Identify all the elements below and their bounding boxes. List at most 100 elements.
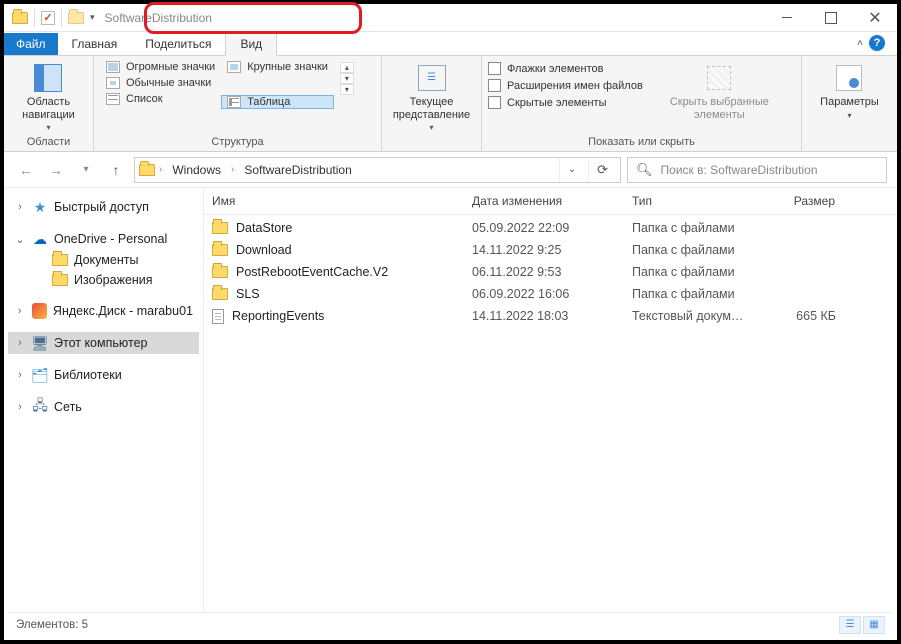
cloud-icon: ☁	[32, 231, 48, 247]
file-date: 14.11.2022 18:03	[464, 307, 624, 325]
folder-icon	[52, 274, 68, 286]
layout-list[interactable]: Список	[100, 92, 221, 106]
col-size[interactable]: Размер	[754, 188, 844, 214]
search-icon: 🔍︎	[636, 162, 653, 178]
tree-quick-access[interactable]: ›★Быстрый доступ	[8, 196, 199, 218]
tree-onedrive-pics[interactable]: ›Изображения	[8, 270, 199, 290]
view-details-button[interactable]: ☰	[839, 616, 861, 634]
file-name: SLS	[236, 287, 260, 301]
view-thumbnails-button[interactable]: ▦	[863, 616, 885, 634]
libraries-icon: 🗂	[32, 367, 48, 383]
search-input[interactable]: 🔍︎ Поиск в: SoftwareDistribution	[627, 157, 887, 183]
address-folder-icon	[139, 164, 155, 176]
file-size	[754, 285, 844, 303]
help-icon[interactable]: ?	[869, 35, 885, 51]
app-icon	[12, 12, 28, 24]
maximize-button[interactable]	[809, 4, 853, 32]
group-label-layout: Структура	[94, 134, 381, 151]
file-type: Папка с файлами	[624, 263, 754, 281]
tab-view[interactable]: Вид	[225, 32, 277, 56]
folder-icon	[212, 222, 228, 234]
tree-network[interactable]: ›🖧Сеть	[8, 396, 199, 418]
tree-onedrive[interactable]: ⌄☁OneDrive - Personal	[8, 228, 199, 250]
file-date: 06.09.2022 16:06	[464, 285, 624, 303]
qat-properties-icon[interactable]: ✓	[41, 11, 55, 25]
file-name: ReportingEvents	[232, 309, 324, 323]
checkbox-file-extensions[interactable]: Расширения имен файлов	[488, 79, 643, 92]
tree-this-pc[interactable]: ›🖥Этот компьютер	[8, 332, 199, 354]
tree-yandex-disk[interactable]: ›Яндекс.Диск - marabu01	[8, 300, 199, 322]
column-headers[interactable]: Имя Дата изменения Тип Размер	[204, 188, 897, 215]
file-name: DataStore	[236, 221, 292, 235]
col-name[interactable]: Имя	[204, 188, 464, 214]
current-view-button[interactable]: ☰ Текущее представление ▾	[387, 60, 476, 134]
recent-locations-button[interactable]: ▾	[74, 158, 98, 182]
layout-large-icons[interactable]: Крупные значки	[221, 60, 334, 74]
layout-table[interactable]: Таблица	[221, 95, 334, 109]
table-row[interactable]: SLS 06.09.2022 16:06Папка с файлами	[204, 283, 897, 305]
file-date: 06.11.2022 9:53	[464, 263, 624, 281]
back-button[interactable]: ←	[14, 158, 38, 182]
tree-libraries[interactable]: ›🗂Библиотеки	[8, 364, 199, 386]
tree-onedrive-docs[interactable]: ›Документы	[8, 250, 199, 270]
table-row[interactable]: ReportingEvents 14.11.2022 18:03Текстовый…	[204, 305, 897, 327]
file-size: 665 КБ	[754, 307, 844, 325]
ribbon: Область навигации ▾ Области Огромные зна…	[4, 56, 897, 152]
window-title: SoftwareDistribution	[95, 11, 212, 25]
table-row[interactable]: DataStore05.09.2022 22:09Папка с файлами	[204, 217, 897, 239]
file-type: Папка с файлами	[624, 285, 754, 303]
layout-gallery-scroll[interactable]: ▴▾▾	[340, 60, 354, 97]
current-view-icon: ☰	[418, 65, 446, 91]
file-name: PostRebootEventCache.V2	[236, 265, 388, 279]
tab-share[interactable]: Поделиться	[131, 33, 225, 55]
hide-selected-icon	[703, 62, 735, 94]
breadcrumb-windows[interactable]: Windows	[166, 161, 227, 179]
network-icon: 🖧	[32, 399, 48, 415]
navigation-pane-icon	[32, 62, 64, 94]
options-button[interactable]: Параметры ▾	[814, 60, 885, 122]
col-date[interactable]: Дата изменения	[464, 188, 624, 214]
table-row[interactable]: Download14.11.2022 9:25Папка с файлами	[204, 239, 897, 261]
file-list: Имя Дата изменения Тип Размер DataStore 0…	[204, 188, 897, 616]
folder-icon	[212, 244, 228, 256]
folder-icon	[52, 254, 68, 266]
forward-button[interactable]: →	[44, 158, 68, 182]
qat-newfolder-icon[interactable]	[68, 12, 84, 24]
refresh-button[interactable]: ⟳	[588, 158, 616, 182]
hide-selected-button[interactable]: Скрыть выбранные элементы	[664, 60, 775, 123]
titlebar: ✓ ▾ SoftwareDistribution ✕	[4, 4, 897, 32]
tab-home[interactable]: Главная	[58, 33, 132, 55]
up-button[interactable]: ↑	[104, 158, 128, 182]
navigation-pane-button[interactable]: Область навигации ▾	[16, 60, 81, 134]
file-size	[754, 219, 844, 237]
table-row[interactable]: PostRebootEventCache.V2 06.11.2022 9:53Па…	[204, 261, 897, 283]
folder-icon	[212, 288, 228, 300]
tab-file[interactable]: Файл	[4, 33, 58, 55]
checkbox-hidden-items[interactable]: Скрытые элементы	[488, 96, 643, 109]
file-icon	[212, 309, 224, 324]
layout-huge-icons[interactable]: Огромные значки	[100, 60, 221, 74]
minimize-button[interactable]	[765, 4, 809, 32]
file-type: Текстовый докум…	[624, 307, 754, 325]
close-button[interactable]: ✕	[853, 4, 897, 32]
address-bar[interactable]: › Windows › SoftwareDistribution ⌄ ⟳	[134, 157, 621, 183]
pc-icon: 🖥	[32, 335, 48, 351]
ribbon-collapse-icon[interactable]: ˄	[857, 38, 863, 49]
breadcrumb-softwaredistribution[interactable]: SoftwareDistribution	[238, 161, 357, 179]
file-name: Download	[236, 243, 292, 257]
navigation-bar: ← → ▾ ↑ › Windows › SoftwareDistribution…	[4, 152, 897, 188]
group-label-showhide: Показать или скрыть	[482, 134, 801, 151]
chevron-right-icon[interactable]: ›	[231, 164, 234, 175]
col-type[interactable]: Тип	[624, 188, 754, 214]
group-label-panes: Области	[4, 134, 93, 151]
chevron-right-icon[interactable]: ›	[159, 164, 162, 175]
navigation-tree[interactable]: ›★Быстрый доступ ⌄☁OneDrive - Personal ›…	[4, 188, 204, 616]
folder-icon	[212, 266, 228, 278]
yandex-disk-icon	[32, 303, 47, 319]
layout-normal-icons[interactable]: Обычные значки	[100, 76, 221, 90]
checkbox-item-checkboxes[interactable]: Флажки элементов	[488, 62, 643, 75]
file-type: Папка с файлами	[624, 241, 754, 259]
address-dropdown-icon[interactable]: ⌄	[559, 158, 584, 182]
file-size	[754, 263, 844, 281]
file-date: 05.09.2022 22:09	[464, 219, 624, 237]
